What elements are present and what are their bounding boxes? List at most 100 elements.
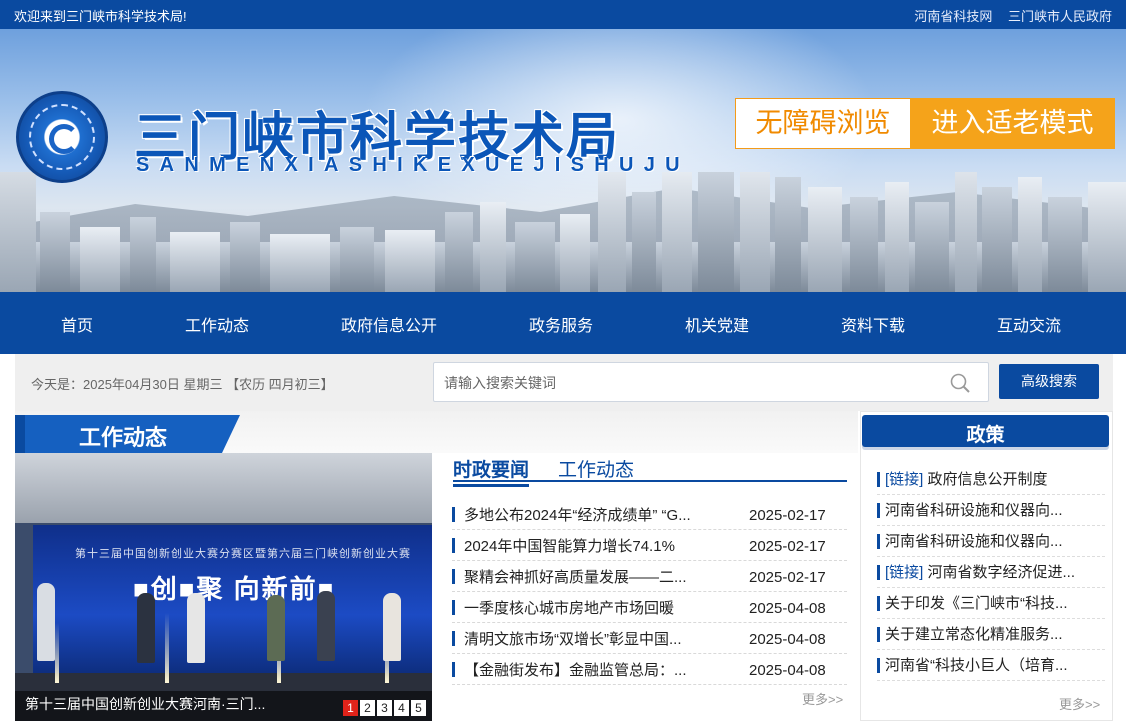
tab-politics-news[interactable]: 时政要闻 [453, 455, 530, 487]
policy-item-label[interactable]: 关于印发《三门峡市“科技... [885, 595, 1068, 612]
nav-item-downloads[interactable]: 资料下载 [841, 312, 905, 336]
person-figure [317, 591, 335, 661]
person-figure [187, 593, 205, 663]
bullet-bar [452, 538, 455, 553]
news-date: 2025-02-17 [749, 538, 826, 555]
bullet-bar [877, 503, 880, 518]
policy-item[interactable]: [链接] 政府信息公开制度 [877, 464, 1105, 495]
bullet-bar [877, 627, 880, 642]
news-date: 2025-02-17 [749, 507, 826, 524]
bullet-bar [452, 600, 455, 615]
news-date: 2025-04-08 [749, 600, 826, 617]
top-bar: 欢迎来到三门峡市科学技术局! 河南省科技网 三门峡市人民政府 [0, 0, 1126, 29]
news-title[interactable]: 一季度核心城市房地产市场回暖 [464, 597, 714, 618]
person-figure [37, 583, 55, 661]
main-nav: 首页 工作动态 政府信息公开 政务服务 机关党建 资料下载 互动交流 [0, 292, 1126, 354]
nav-item-gov-service[interactable]: 政务服务 [529, 312, 593, 336]
carousel-ceiling [15, 453, 432, 523]
policy-panel: 政策 [链接] 政府信息公开制度 河南省科研设施和仪器向... 河南省科研设施和… [860, 411, 1113, 721]
news-more-link[interactable]: 更多>> [802, 689, 843, 708]
carousel-screen-banner: 第十三届中国创新创业大赛分赛区暨第六届三门峡创新创业大赛 [75, 548, 411, 560]
advanced-search-button[interactable]: 高级搜索 [999, 364, 1099, 399]
carousel-page-1[interactable]: 1 [343, 700, 358, 716]
policy-item-label[interactable]: 河南省数字经济促进... [928, 564, 1076, 581]
bullet-bar [877, 472, 880, 487]
carousel-page-4[interactable]: 4 [394, 700, 409, 716]
policy-item[interactable]: 关于印发《三门峡市“科技... [877, 588, 1105, 619]
search-box [433, 362, 989, 402]
bullet-bar [452, 507, 455, 522]
search-input[interactable] [444, 372, 924, 394]
top-links: 河南省科技网 三门峡市人民政府 [902, 6, 1112, 25]
nav-item-interaction[interactable]: 互动交流 [997, 312, 1061, 336]
news-item[interactable]: 2024年中国智能算力增长74.1% 2025-02-17 [452, 530, 847, 561]
policy-item-text[interactable]: 河南省“科技小巨人（培育... [885, 654, 1097, 675]
news-title[interactable]: 清明文旅市场“双增长”彰显中国... [464, 628, 714, 649]
firework-sparkle [55, 623, 59, 683]
accessibility-button[interactable]: 无障碍浏览 [735, 98, 911, 149]
news-carousel[interactable]: 第十三届中国创新创业大赛分赛区暨第六届三门峡创新创业大赛 ■创■聚 向新前■ 第… [15, 453, 432, 721]
bullet-bar [877, 658, 880, 673]
policy-item-label[interactable]: 河南省“科技小巨人（培育... [885, 657, 1068, 674]
welcome-text: 欢迎来到三门峡市科学技术局! [14, 9, 187, 24]
news-title[interactable]: 2024年中国智能算力增长74.1% [464, 535, 714, 556]
policy-item-label[interactable]: 政府信息公开制度 [928, 471, 1048, 488]
policy-item-text[interactable]: [链接] 政府信息公开制度 [885, 468, 1097, 489]
news-title[interactable]: 多地公布2024年“经济成绩单” “G... [464, 504, 714, 525]
search-icon[interactable] [950, 373, 970, 393]
search-row: 今天是：2025年04月30日 星期三 【农历 四月初三】 高级搜索 [15, 354, 1113, 411]
news-item[interactable]: 聚精会神抓好高质量发展——二... 2025-02-17 [452, 561, 847, 592]
policy-item[interactable]: 关于建立常态化精准服务... [877, 619, 1105, 650]
policy-item-text[interactable]: 关于建立常态化精准服务... [885, 623, 1097, 644]
carousel-page-3[interactable]: 3 [377, 700, 392, 716]
policy-item-label[interactable]: 关于建立常态化精准服务... [885, 626, 1063, 643]
work-section-title: 工作动态 [79, 425, 168, 450]
section-tab-stripe [15, 415, 25, 453]
policy-title: 政策 [966, 425, 1005, 446]
nav-item-party[interactable]: 机关党建 [685, 312, 749, 336]
policy-item-text[interactable]: 关于印发《三门峡市“科技... [885, 592, 1097, 613]
policy-item-text[interactable]: 河南省科研设施和仪器向... [885, 499, 1097, 520]
news-item[interactable]: 一季度核心城市房地产市场回暖 2025-04-08 [452, 592, 847, 623]
work-section-tab: 工作动态 [15, 415, 240, 453]
bullet-bar [452, 569, 455, 584]
nav-item-gov-info[interactable]: 政府信息公开 [341, 312, 437, 336]
news-title[interactable]: 聚精会神抓好高质量发展——二... [464, 566, 714, 587]
link-sanmenxia-gov[interactable]: 三门峡市人民政府 [1008, 9, 1112, 24]
tab-work-news[interactable]: 工作动态 [558, 455, 634, 482]
policy-item[interactable]: [链接] 河南省数字经济促进... [877, 557, 1105, 588]
news-date: 2025-04-08 [749, 662, 826, 679]
logo-swirl [49, 124, 79, 154]
news-item[interactable]: 多地公布2024年“经济成绩单” “G... 2025-02-17 [452, 499, 847, 530]
news-item[interactable]: 清明文旅市场“双增长”彰显中国... 2025-04-08 [452, 623, 847, 654]
nav-item-work-news[interactable]: 工作动态 [185, 312, 249, 336]
policy-item-text[interactable]: [链接] 河南省数字经济促进... [885, 561, 1097, 582]
policy-header: 政策 [862, 415, 1109, 447]
policy-item-text[interactable]: 河南省科研设施和仪器向... [885, 530, 1097, 551]
policy-item[interactable]: 河南省“科技小巨人（培育... [877, 650, 1105, 681]
policy-more-link[interactable]: 更多>> [1059, 694, 1100, 713]
link-henan-science[interactable]: 河南省科技网 [914, 9, 992, 24]
carousel-page-2[interactable]: 2 [360, 700, 375, 716]
carousel-page-5[interactable]: 5 [411, 700, 426, 716]
nav-item-home[interactable]: 首页 [61, 312, 93, 336]
link-tag: [链接] [885, 564, 924, 581]
site-title-en: SANMENXIASHIKEXUEJISHUJU [136, 154, 690, 176]
carousel-caption[interactable]: 第十三届中国创新创业大赛河南·三门... [25, 694, 265, 714]
work-section-header: 工作动态 [15, 411, 858, 453]
policy-item-label[interactable]: 河南省科研设施和仪器向... [885, 502, 1063, 519]
policy-item-label[interactable]: 河南省科研设施和仪器向... [885, 533, 1063, 550]
news-item[interactable]: 【金融街发布】金融监管总局：... 2025-04-08 [452, 654, 847, 685]
bullet-bar [877, 565, 880, 580]
news-title[interactable]: 【金融街发布】金融监管总局：... [464, 659, 714, 680]
carousel-pagination: 12345 [341, 699, 426, 717]
elder-mode-button[interactable]: 进入适老模式 [910, 98, 1115, 149]
policy-item[interactable]: 河南省科研设施和仪器向... [877, 495, 1105, 526]
news-date: 2025-02-17 [749, 569, 826, 586]
firework-sparkle [165, 613, 169, 683]
bullet-bar [877, 596, 880, 611]
city-skyline [0, 172, 1126, 292]
header-banner: 三门峡市科学技术局 SANMENXIASHIKEXUEJISHUJU 无障碍浏览… [0, 29, 1126, 292]
policy-item[interactable]: 河南省科研设施和仪器向... [877, 526, 1105, 557]
news-date: 2025-04-08 [749, 631, 826, 648]
